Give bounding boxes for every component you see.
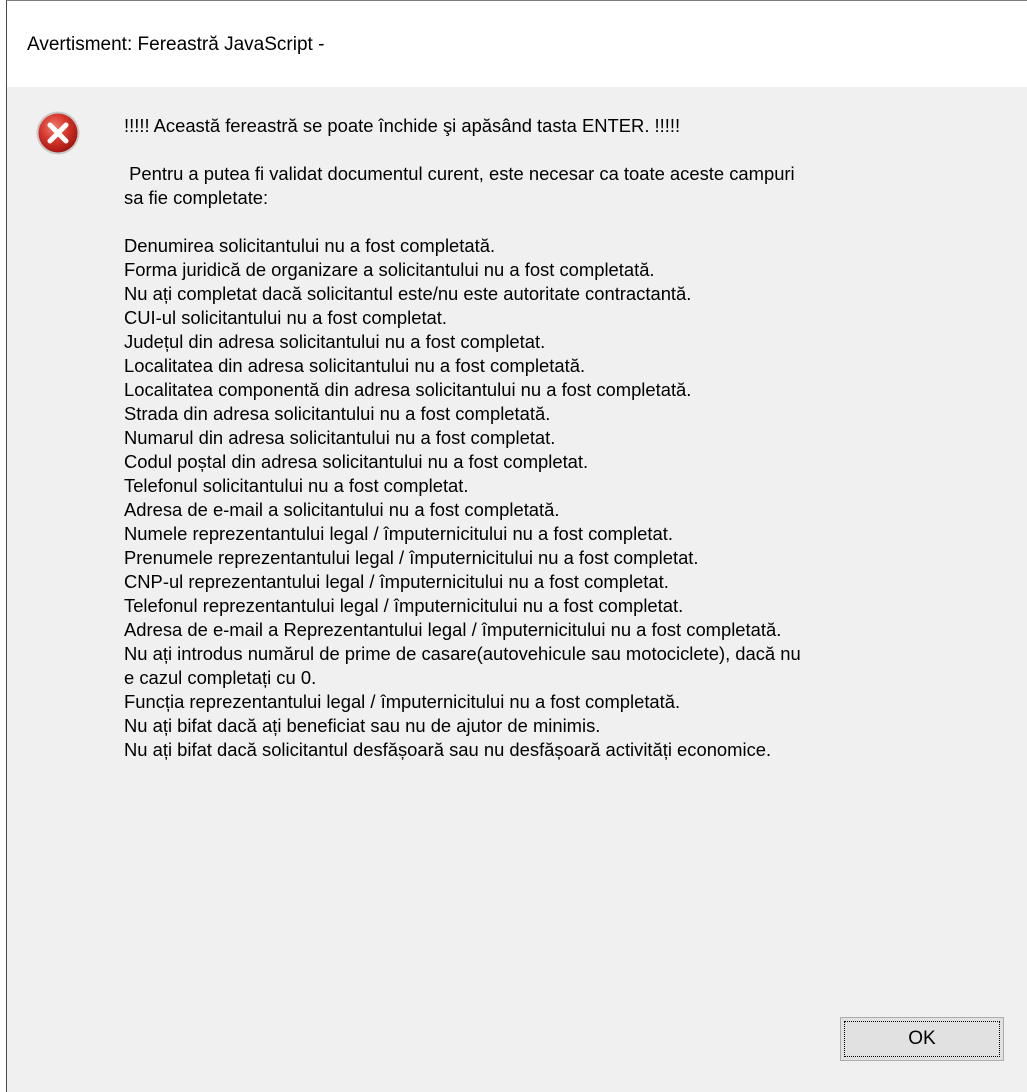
message-line (124, 210, 1014, 234)
ok-button[interactable]: OK (840, 1017, 1004, 1061)
message-text: !!!!! Această fereastră se poate închide… (124, 114, 1014, 762)
error-icon (36, 111, 80, 155)
message-line: Adresa de e-mail a solicitantului nu a f… (124, 499, 560, 520)
message-line (124, 138, 1014, 162)
message-line: Nu ați bifat dacă ați beneficiat sau nu … (124, 715, 601, 736)
message-line: Strada din adresa solicitantului nu a fo… (124, 403, 551, 424)
message-line: Telefonul reprezentantului legal / împut… (124, 595, 684, 616)
message-line: e cazul completați cu 0. (124, 667, 317, 688)
dialog-content: !!!!! Această fereastră se poate închide… (7, 87, 1027, 1092)
message-line: Pentru a putea fi validat documentul cur… (124, 163, 795, 184)
message-line: Nu ați completat dacă solicitantul este/… (124, 283, 692, 304)
message-line: Județul din adresa solicitantului nu a f… (124, 331, 546, 352)
message-line: Nu ați bifat dacă solicitantul desfășoar… (124, 739, 772, 760)
message-line: sa fie completate: (124, 187, 269, 208)
message-line: Telefonul solicitantului nu a fost compl… (124, 475, 469, 496)
message-line: Numele reprezentantului legal / împutern… (124, 523, 673, 544)
message-line: CUI-ul solicitantului nu a fost completa… (124, 307, 448, 328)
message-line: Codul poștal din adresa solicitantului n… (124, 451, 589, 472)
message-line: Numarul din adresa solicitantului nu a f… (124, 427, 556, 448)
alert-dialog: Avertisment: Fereastră JavaScript - !!!!… (6, 0, 1027, 1092)
message-line: Prenumele reprezentantului legal / împut… (124, 547, 699, 568)
message-line: CNP-ul reprezentantului legal / împutern… (124, 571, 669, 592)
message-line: Denumirea solicitantului nu a fost compl… (124, 235, 496, 256)
message-line: !!!!! Această fereastră se poate închide… (124, 115, 681, 136)
message-line: Localitatea din adresa solicitantului nu… (124, 355, 586, 376)
title-bar: Avertisment: Fereastră JavaScript - (7, 1, 1027, 87)
message-line: Adresa de e-mail a Reprezentantului lega… (124, 619, 782, 640)
message-line: Forma juridică de organizare a solicitan… (124, 259, 655, 280)
message-line: Nu ați introdus numărul de prime de casa… (124, 643, 801, 664)
message-line: Funcția reprezentantului legal / împuter… (124, 691, 681, 712)
dialog-title: Avertisment: Fereastră JavaScript - (27, 34, 325, 55)
message-line: Localitatea componentă din adresa solici… (124, 379, 692, 400)
